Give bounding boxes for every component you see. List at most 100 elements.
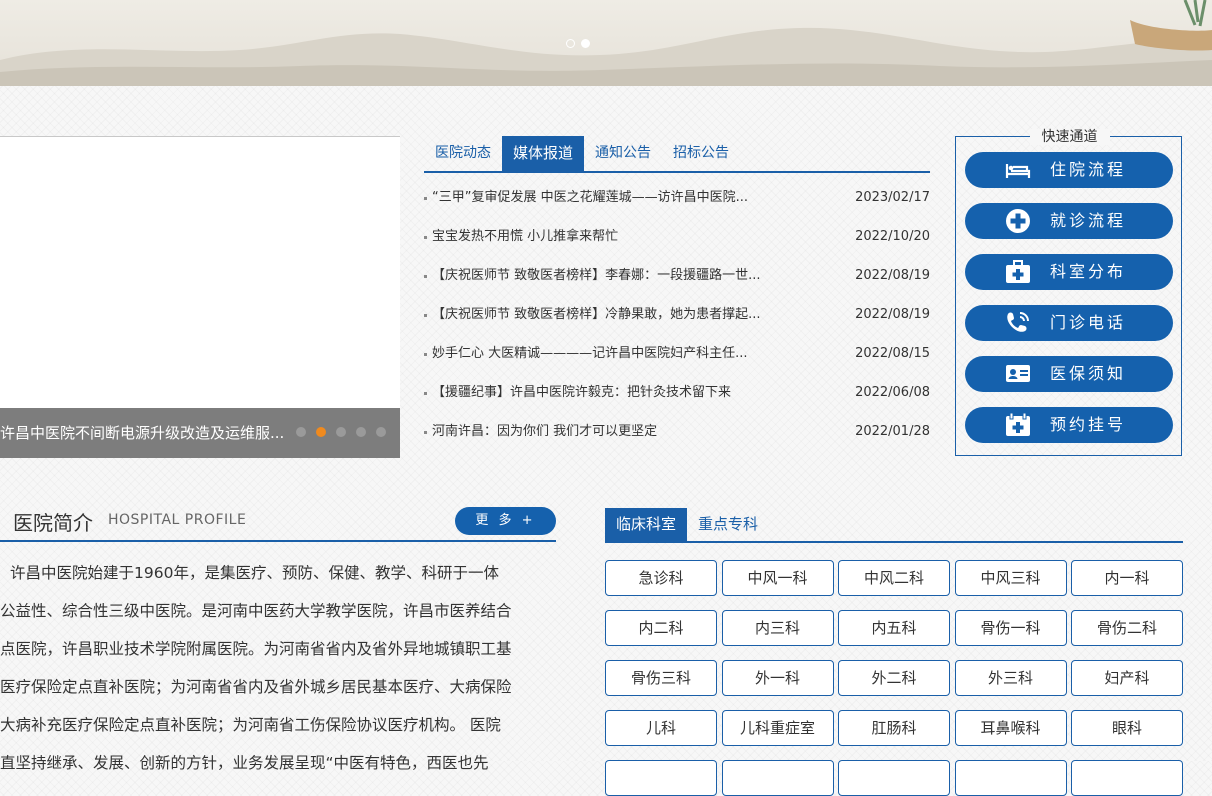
- news-date: 2022/06/08: [855, 385, 930, 400]
- id-card-icon: [1005, 362, 1031, 386]
- department-button[interactable]: 内二科: [605, 610, 717, 646]
- calendar-plus-icon: [1005, 412, 1031, 437]
- banner: [0, 0, 1212, 86]
- department-button[interactable]: 中风一科: [721, 560, 834, 596]
- department-button[interactable]: 肛肠科: [838, 710, 950, 746]
- news-date: 2022/08/19: [855, 268, 930, 283]
- department-button[interactable]: 眼科: [1071, 710, 1183, 746]
- department-button[interactable]: [721, 760, 834, 796]
- department-button[interactable]: 耳鼻喉科: [954, 710, 1067, 746]
- department-button[interactable]: 急诊科: [605, 560, 717, 596]
- news-item[interactable]: 宝宝发热不用慌 小儿推拿来帮忙 2022/10/20: [424, 217, 930, 256]
- quick-access-panel: 快速通道 住院流程 就诊流程 科室分布 门诊电话 医保须知 预约挂号: [955, 129, 1182, 456]
- inpatient-process-button[interactable]: 住院流程: [965, 152, 1173, 188]
- department-button[interactable]: 儿科: [605, 710, 717, 746]
- news-title[interactable]: “三甲”复审促发展 中医之花耀莲城——访许昌中医院...: [432, 190, 748, 205]
- slider-dot[interactable]: [356, 427, 366, 437]
- outpatient-phone-button[interactable]: 门诊电话: [965, 305, 1173, 341]
- tab-tenders[interactable]: 招标公告: [662, 136, 740, 171]
- news-title[interactable]: 宝宝发热不用慌 小儿推拿来帮忙: [432, 229, 618, 244]
- profile-line: 公益性、综合性三级中医院。是河南中医药大学教学医院，许昌市医养结合: [0, 602, 512, 620]
- profile-text: 许昌中医院始建于1960年，是集医疗、预防、保健、教学、科研于一体 公益性、综合…: [0, 554, 556, 782]
- image-slider[interactable]: 许昌中医院不间断电源升级改造及运维服...: [0, 136, 400, 458]
- department-button[interactable]: 中风三科: [954, 560, 1067, 596]
- news-date: 2022/10/20: [855, 229, 930, 244]
- department-layout-button[interactable]: 科室分布: [965, 254, 1173, 290]
- profile-subtitle: HOSPITAL PROFILE: [108, 512, 247, 528]
- news-item[interactable]: 河南许昌：因为你们 我们才可以更坚定 2022/01/28: [424, 412, 930, 451]
- department-button[interactable]: 骨伤一科: [954, 610, 1067, 646]
- phone-icon: [1005, 311, 1031, 335]
- department-button[interactable]: 骨伤三科: [605, 660, 717, 696]
- news-title[interactable]: 【庆祝医师节 致敬医者榜样】李春娜：一段援疆路一世...: [432, 268, 761, 283]
- department-button[interactable]: [605, 760, 717, 796]
- first-aid-kit-icon: [1005, 260, 1031, 284]
- slider-dot[interactable]: [376, 427, 386, 437]
- inpatient-process-label: 住院流程: [1050, 160, 1127, 179]
- news-title[interactable]: 妙手仁心 大医精诚————记许昌中医院妇产科主任...: [432, 346, 748, 361]
- profile-line: 点医院，许昌职业技术学院附属医院。为河南省省内及省外异地城镇职工基: [0, 640, 512, 658]
- banner-dot[interactable]: [566, 39, 575, 48]
- department-button[interactable]: 儿科重症室: [721, 710, 834, 746]
- news-panel: 医院动态 媒体报道 通知公告 招标公告 “三甲”复审促发展 中医之花耀莲城——访…: [424, 136, 930, 451]
- news-list: “三甲”复审促发展 中医之花耀莲城——访许昌中医院... 2023/02/17 宝…: [424, 178, 930, 451]
- department-button[interactable]: 骨伤二科: [1071, 610, 1183, 646]
- quick-access-title: 快速通道: [956, 126, 1183, 146]
- department-button[interactable]: 内五科: [838, 610, 950, 646]
- appointment-booking-button[interactable]: 预约挂号: [965, 407, 1173, 443]
- news-title[interactable]: 河南许昌：因为你们 我们才可以更坚定: [432, 424, 657, 439]
- tab-notices[interactable]: 通知公告: [584, 136, 662, 171]
- profile-title: 医院简介: [13, 511, 93, 535]
- news-item[interactable]: 妙手仁心 大医精诚————记许昌中医院妇产科主任... 2022/08/15: [424, 334, 930, 373]
- slider-caption-text[interactable]: 许昌中医院不间断电源升级改造及运维服...: [0, 422, 284, 443]
- department-button[interactable]: [954, 760, 1067, 796]
- news-date: 2023/02/17: [855, 190, 930, 205]
- slider-dot[interactable]: [316, 427, 326, 437]
- department-button[interactable]: [838, 760, 950, 796]
- banner-landscape-image: [0, 0, 1212, 86]
- tab-media-reports[interactable]: 媒体报道: [502, 136, 585, 171]
- department-button[interactable]: 外二科: [838, 660, 950, 696]
- departments-section: 临床科室 重点专科 急诊科 中风一科 中风二科 中风三科 内一科内二科 内三科 内五科 骨伤一…: [605, 508, 1183, 796]
- profile-line: 许昌中医院始建于1960年，是集医疗、预防、保健、教学、科研于一体: [10, 564, 499, 582]
- news-tabs: 医院动态 媒体报道 通知公告 招标公告: [424, 136, 930, 173]
- department-layout-label: 科室分布: [1050, 262, 1127, 281]
- banner-pagination: [566, 39, 590, 48]
- tab-hospital-news[interactable]: 医院动态: [424, 136, 502, 171]
- news-date: 2022/08/19: [855, 307, 930, 322]
- appointment-booking-label: 预约挂号: [1050, 415, 1127, 434]
- visit-process-button[interactable]: 就诊流程: [965, 203, 1173, 239]
- news-title[interactable]: 【援疆纪事】许昌中医院许毅克：把针灸技术留下来: [432, 385, 731, 400]
- department-button[interactable]: 内三科: [721, 610, 834, 646]
- news-item[interactable]: 【庆祝医师节 致敬医者榜样】李春娜：一段援疆路一世... 2022/08/19: [424, 256, 930, 295]
- profile-header: 医院简介 HOSPITAL PROFILE 更 多 +: [0, 502, 556, 542]
- outpatient-phone-label: 门诊电话: [1050, 313, 1127, 332]
- tab-clinical-departments[interactable]: 临床科室: [605, 508, 688, 541]
- department-button[interactable]: 外三科: [954, 660, 1067, 696]
- more-button[interactable]: 更 多 +: [455, 507, 556, 535]
- hospital-profile-section: 医院简介 HOSPITAL PROFILE 更 多 + 许昌中医院始建于1960…: [0, 502, 556, 772]
- news-item[interactable]: 【庆祝医师节 致敬医者榜样】冷静果敢，她为患者撑起... 2022/08/19: [424, 295, 930, 334]
- news-item[interactable]: “三甲”复审促发展 中医之花耀莲城——访许昌中医院... 2023/02/17: [424, 178, 930, 217]
- medical-cross-icon: [1005, 209, 1031, 233]
- slider-dot[interactable]: [336, 427, 346, 437]
- banner-dot[interactable]: [581, 39, 590, 48]
- insurance-notice-button[interactable]: 医保须知: [965, 356, 1173, 392]
- department-button[interactable]: 内一科: [1071, 560, 1183, 596]
- department-tabs: 临床科室 重点专科: [605, 508, 1183, 543]
- hospital-bed-icon: [1005, 158, 1031, 182]
- news-item[interactable]: 【援疆纪事】许昌中医院许毅克：把针灸技术留下来 2022/06/08: [424, 373, 930, 412]
- profile-line: 大病补充医疗保险定点直补医院；为河南省工伤保险协议医疗机构。 医院: [0, 716, 501, 734]
- profile-line: 医疗保险定点直补医院；为河南省省内及省外城乡居民基本医疗、大病保险: [0, 678, 512, 696]
- tab-key-specialties[interactable]: 重点专科: [687, 508, 769, 541]
- department-button[interactable]: [1071, 760, 1183, 796]
- slider-dot[interactable]: [296, 427, 306, 437]
- news-date: 2022/08/15: [855, 346, 930, 361]
- slider-caption-bar: 许昌中医院不间断电源升级改造及运维服...: [0, 408, 400, 458]
- department-button[interactable]: 外一科: [721, 660, 834, 696]
- news-title[interactable]: 【庆祝医师节 致敬医者榜样】冷静果敢，她为患者撑起...: [432, 307, 761, 322]
- department-button[interactable]: 中风二科: [838, 560, 950, 596]
- visit-process-label: 就诊流程: [1050, 211, 1127, 230]
- department-button[interactable]: 妇产科: [1071, 660, 1183, 696]
- insurance-notice-label: 医保须知: [1050, 364, 1127, 383]
